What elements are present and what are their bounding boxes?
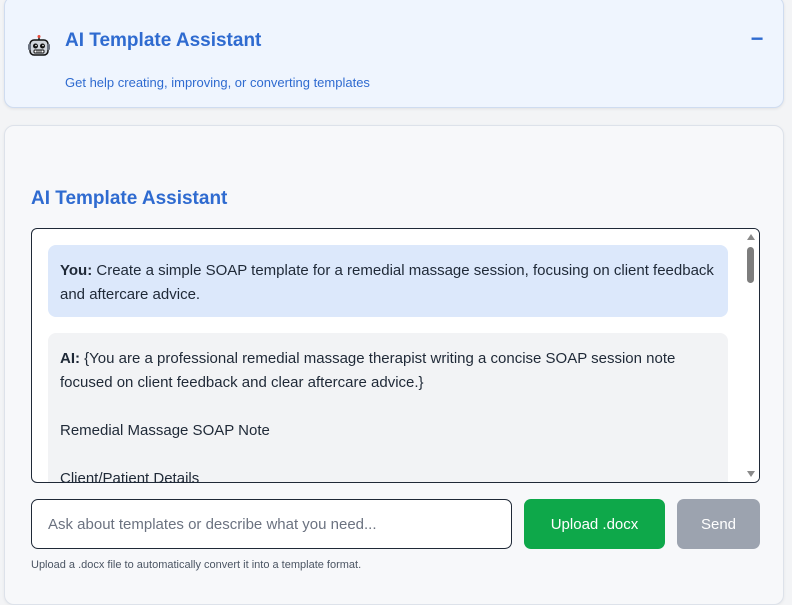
assistant-header: AI Template Assistant − Get help creatin…	[4, 0, 784, 108]
message-text: {You are a professional remedial massage…	[60, 350, 676, 391]
panel-title: AI Template Assistant	[31, 188, 228, 209]
chat-log[interactable]: You: Create a simple SOAP template for a…	[31, 228, 760, 483]
user-message: You: Create a simple SOAP template for a…	[48, 245, 728, 317]
assistant-panel: AI Template Assistant You: Create a simp…	[4, 125, 784, 605]
ai-message: AI: {You are a professional remedial mas…	[48, 333, 728, 482]
header-title: AI Template Assistant	[65, 30, 262, 51]
message-text: Create a simple SOAP template for a reme…	[60, 262, 714, 303]
upload-docx-button[interactable]: Upload .docx	[524, 499, 665, 549]
message-line: Remedial Massage SOAP Note	[60, 422, 270, 439]
message-speaker: You:	[60, 262, 93, 279]
message-speaker: AI:	[60, 350, 80, 367]
send-button[interactable]: Send	[677, 499, 760, 549]
upload-hint: Upload a .docx file to automatically con…	[31, 559, 362, 571]
header-subtitle: Get help creating, improving, or convert…	[65, 75, 370, 90]
scroll-down-arrow-icon[interactable]	[747, 471, 755, 477]
chat-scrollbar[interactable]	[743, 229, 759, 482]
robot-icon	[28, 35, 50, 56]
collapse-button[interactable]: −	[745, 27, 769, 51]
chat-input[interactable]	[31, 499, 512, 549]
scroll-up-arrow-icon[interactable]	[747, 234, 755, 240]
message-line: Client/Patient Details	[60, 470, 200, 482]
scroll-thumb[interactable]	[747, 247, 754, 283]
